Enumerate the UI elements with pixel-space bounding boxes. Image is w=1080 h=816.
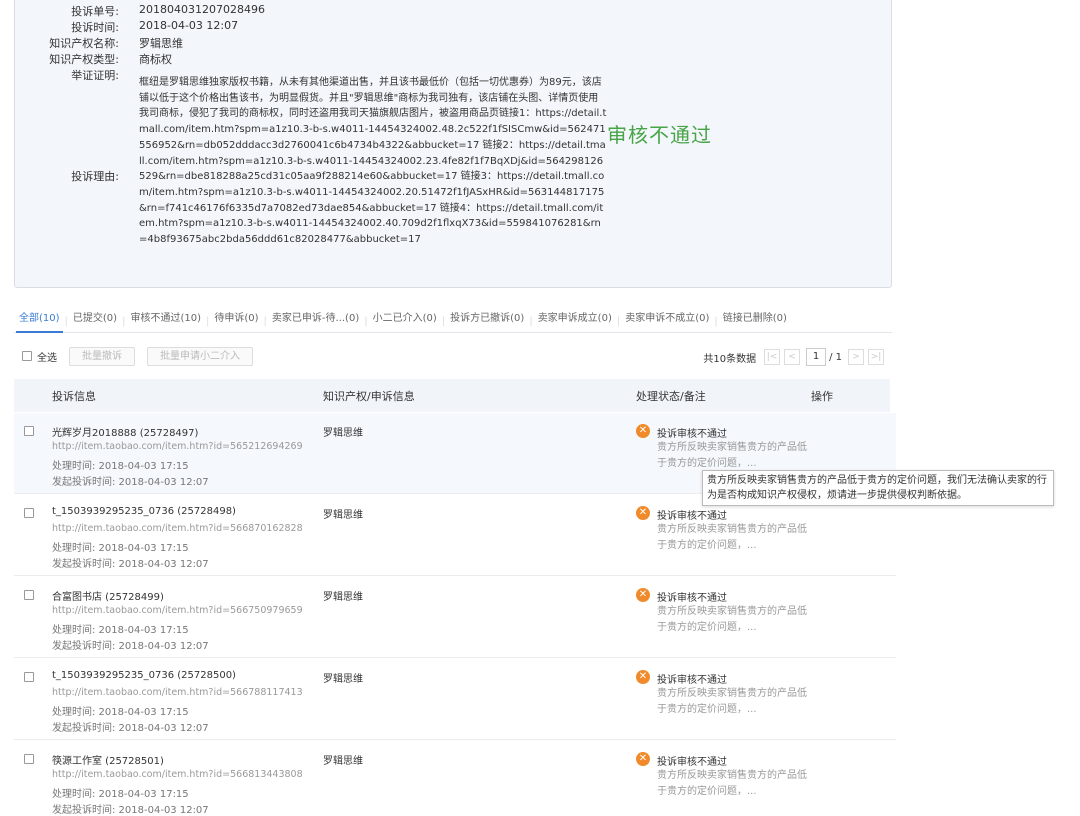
prev-page-button[interactable]: < — [784, 349, 801, 365]
close-circle-icon: ✕ — [636, 588, 650, 602]
batch-withdraw-button[interactable]: 批量撤诉 — [69, 346, 135, 366]
complaint-detail-panel: 投诉单号: 201804031207028496 投诉时间: 2018-04-0… — [14, 0, 892, 288]
ip-name: 罗辑思维 — [323, 674, 363, 685]
handled-time: 处理时间: 2018-04-03 17:15 — [52, 625, 189, 636]
complaint-id-value: 201804031207028496 — [139, 3, 265, 16]
row-checkbox[interactable] — [24, 754, 34, 764]
tab-staff-involved[interactable]: 小二已介入(0) — [368, 310, 442, 332]
table-row: 筷源工作室 (25728501) http://item.taobao.com/… — [14, 741, 896, 816]
col-status-note: 处理状态/备注 — [636, 390, 706, 403]
filed-time: 发起投诉时间: 2018-04-03 12:07 — [52, 641, 209, 652]
row-checkbox[interactable] — [24, 426, 34, 436]
tab-link-deleted[interactable]: 链接已删除(0) — [718, 310, 792, 332]
review-result-stamp: 审核不通过 — [607, 123, 712, 147]
tab-withdrawn[interactable]: 投诉方已撤诉(0) — [445, 310, 529, 332]
close-circle-icon: ✕ — [636, 670, 650, 684]
filed-time: 发起投诉时间: 2018-04-03 12:07 — [52, 805, 209, 816]
status-note[interactable]: 贵方所反映卖家销售贵方的产品低于贵方的定价问题，... — [657, 440, 807, 472]
reason-text: 框纽是罗辑思维独家版权书籍，从未有其他渠道出售，并且该书最低价（包括一切优惠券）… — [139, 77, 607, 246]
status-text: 投诉审核不通过 — [657, 593, 727, 604]
status-note[interactable]: 贵方所反映卖家销售贵方的产品低于贵方的定价问题，... — [657, 522, 807, 554]
store-name[interactable]: t_1503939295235_0736 (25728498) — [52, 506, 236, 517]
status-tabs: 全部(10) | 已提交(0) | 审核不通过(10) | 待申诉(0) | 卖家已申诉… — [14, 310, 892, 333]
batch-request-staff-button[interactable]: 批量申请小二介入 — [147, 346, 253, 366]
item-url[interactable]: http://item.taobao.com/item.htm?id=56687… — [52, 523, 303, 534]
pagination: 共10条数据 |< < 1 / 1 > >| — [703, 348, 884, 366]
tab-seller-appealed[interactable]: 卖家已申诉-待...(0) — [267, 310, 364, 332]
tab-appeal-upheld[interactable]: 卖家申诉成立(0) — [533, 310, 617, 332]
status-note[interactable]: 贵方所反映卖家销售贵方的产品低于贵方的定价问题，... — [657, 768, 807, 800]
table-header: 投诉信息 知识产权/申诉信息 处理状态/备注 操作 — [14, 379, 890, 412]
close-circle-icon: ✕ — [636, 752, 650, 766]
select-all-checkbox[interactable] — [22, 351, 32, 361]
handled-time: 处理时间: 2018-04-03 17:15 — [52, 543, 189, 554]
next-page-button[interactable]: > — [848, 349, 864, 365]
complaint-id-label: 投诉单号: — [71, 5, 119, 18]
filed-time: 发起投诉时间: 2018-04-03 12:07 — [52, 559, 209, 570]
handled-time: 处理时间: 2018-04-03 17:15 — [52, 461, 189, 472]
col-complaint-info: 投诉信息 — [52, 390, 96, 403]
status-note[interactable]: 贵方所反映卖家销售贵方的产品低于贵方的定价问题，... — [657, 686, 807, 718]
store-name[interactable]: 光辉岁月2018888 (25728497) — [52, 424, 198, 439]
ip-type-label: 知识产权类型: — [49, 53, 119, 66]
table-row: t_1503939295235_0736 (25728500) http://i… — [14, 659, 896, 740]
ip-name: 罗辑思维 — [323, 428, 363, 439]
handled-time: 处理时间: 2018-04-03 17:15 — [52, 789, 189, 800]
ip-type-value: 商标权 — [139, 53, 172, 66]
close-circle-icon: ✕ — [636, 424, 650, 438]
filed-time: 发起投诉时间: 2018-04-03 12:07 — [52, 723, 209, 734]
complaint-time-value: 2018-04-03 12:07 — [139, 19, 239, 32]
close-circle-icon: ✕ — [636, 506, 650, 520]
select-all-label: 全选 — [37, 352, 57, 364]
col-actions: 操作 — [811, 390, 833, 403]
row-checkbox[interactable] — [24, 590, 34, 600]
status-text: 投诉审核不通过 — [657, 511, 727, 522]
status-text: 投诉审核不通过 — [657, 757, 727, 768]
page-number-input[interactable]: 1 — [806, 348, 827, 366]
col-ip-appeal-info: 知识产权/申诉信息 — [323, 390, 415, 403]
table-row: t_1503939295235_0736 (25728498) http://i… — [14, 495, 896, 576]
complaint-time-label: 投诉时间: — [71, 21, 119, 34]
item-url[interactable]: http://item.taobao.com/item.htm?id=56678… — [52, 687, 303, 698]
ip-name: 罗辑思维 — [323, 756, 363, 767]
table-row: 合富图书店 (25728499) http://item.taobao.com/… — [14, 577, 896, 658]
tab-submitted[interactable]: 已提交(0) — [68, 310, 122, 332]
ip-name: 罗辑思维 — [323, 510, 363, 521]
ip-name-value: 罗辑思维 — [139, 37, 183, 50]
total-count: 共10条数据 — [703, 353, 757, 365]
store-name[interactable]: 合富图书店 (25728499) — [52, 588, 164, 603]
filed-time: 发起投诉时间: 2018-04-03 12:07 — [52, 477, 209, 488]
evidence-label: 举证证明: — [71, 69, 119, 82]
tab-appeal-rejected[interactable]: 卖家申诉不成立(0) — [620, 310, 714, 332]
tab-review-failed[interactable]: 审核不通过(10) — [125, 310, 206, 332]
status-note-tooltip: 贵方所反映卖家销售贵方的产品低于贵方的定价问题，我们无法确认卖家的行为是否构成知… — [702, 470, 1054, 506]
reason-label: 投诉理由: — [71, 170, 119, 183]
tab-pending-appeal[interactable]: 待申诉(0) — [209, 310, 263, 332]
status-text: 投诉审核不通过 — [657, 675, 727, 686]
item-url[interactable]: http://item.taobao.com/item.htm?id=56521… — [52, 441, 303, 452]
last-page-button[interactable]: >| — [868, 349, 884, 365]
store-name[interactable]: t_1503939295235_0736 (25728500) — [52, 670, 236, 681]
item-url[interactable]: http://item.taobao.com/item.htm?id=56675… — [52, 605, 303, 616]
status-note[interactable]: 贵方所反映卖家销售贵方的产品低于贵方的定价问题，... — [657, 604, 807, 636]
row-checkbox[interactable] — [24, 508, 34, 518]
handled-time: 处理时间: 2018-04-03 17:15 — [52, 707, 189, 718]
first-page-button[interactable]: |< — [764, 349, 781, 365]
ip-name: 罗辑思维 — [323, 592, 363, 603]
total-pages: / 1 — [829, 351, 842, 363]
batch-toolbar: 全选 批量撤诉 批量申请小二介入 — [22, 346, 253, 366]
row-checkbox[interactable] — [24, 672, 34, 682]
ip-name-label: 知识产权名称: — [49, 37, 119, 50]
tab-all[interactable]: 全部(10) — [14, 310, 65, 333]
item-url[interactable]: http://item.taobao.com/item.htm?id=56681… — [52, 769, 303, 780]
status-text: 投诉审核不通过 — [657, 429, 727, 440]
store-name[interactable]: 筷源工作室 (25728501) — [52, 752, 164, 767]
